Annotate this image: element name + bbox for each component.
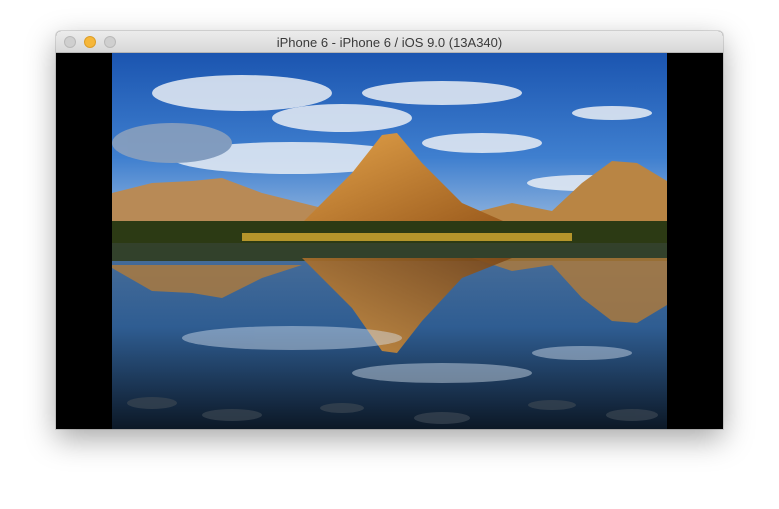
title-bar[interactable]: iPhone 6 - iPhone 6 / iOS 9.0 (13A340) [56,31,723,53]
mountain-lake-illustration [112,53,667,429]
window-title: iPhone 6 - iPhone 6 / iOS 9.0 (13A340) [276,35,503,50]
simulator-window: iPhone 6 - iPhone 6 / iOS 9.0 (13A340) [56,31,723,429]
wallpaper-image [112,53,667,429]
simulator-screen[interactable] [56,53,723,429]
